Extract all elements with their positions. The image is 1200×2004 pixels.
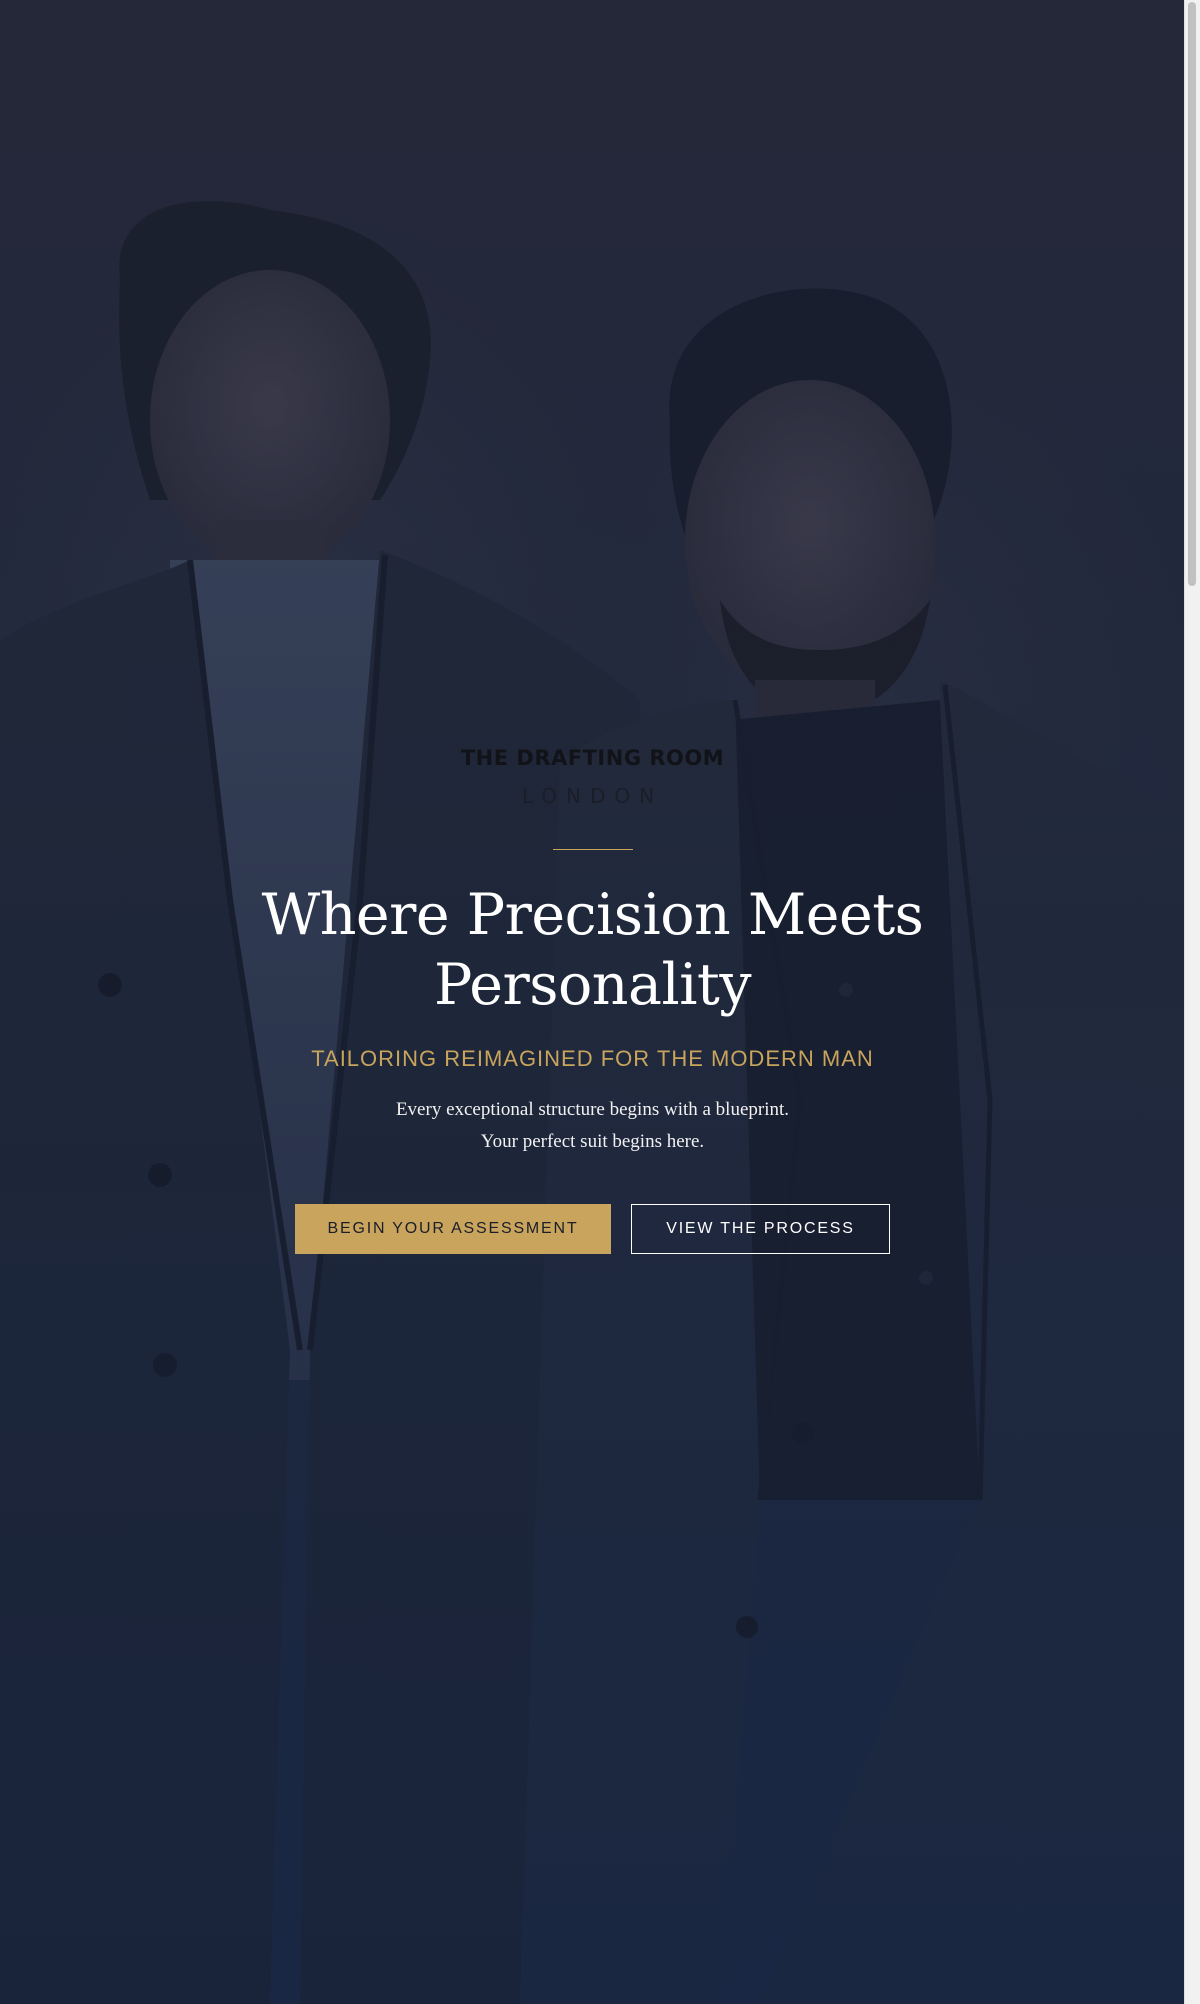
hero-tagline: TAILORING REIMAGINED FOR THE MODERN MAN <box>311 1046 874 1071</box>
gold-divider <box>553 849 633 850</box>
hero-description: Every exceptional structure begins with … <box>0 1094 1185 1158</box>
brand-logo-city: LONDON <box>521 784 664 808</box>
hero-description-line-2: Your perfect suit begins here. <box>480 1131 705 1152</box>
vertical-scrollbar[interactable] <box>1184 0 1200 2004</box>
hero-content: THE DRAFTING ROOM LONDON Where Precision… <box>0 0 1185 2004</box>
page-viewport: THE DRAFTING ROOM LONDON Where Precision… <box>0 0 1200 2004</box>
begin-assessment-button[interactable]: BEGIN YOUR ASSESSMENT <box>295 1204 611 1254</box>
brand-logo-name[interactable]: THE DRAFTING ROOM <box>0 746 1185 770</box>
view-process-button[interactable]: VIEW THE PROCESS <box>631 1204 890 1254</box>
hero-description-line-1: Every exceptional structure begins with … <box>395 1099 790 1120</box>
hero-headline: Where Precision Meets Personality <box>261 882 924 1018</box>
scrollbar-thumb[interactable] <box>1188 2 1196 586</box>
